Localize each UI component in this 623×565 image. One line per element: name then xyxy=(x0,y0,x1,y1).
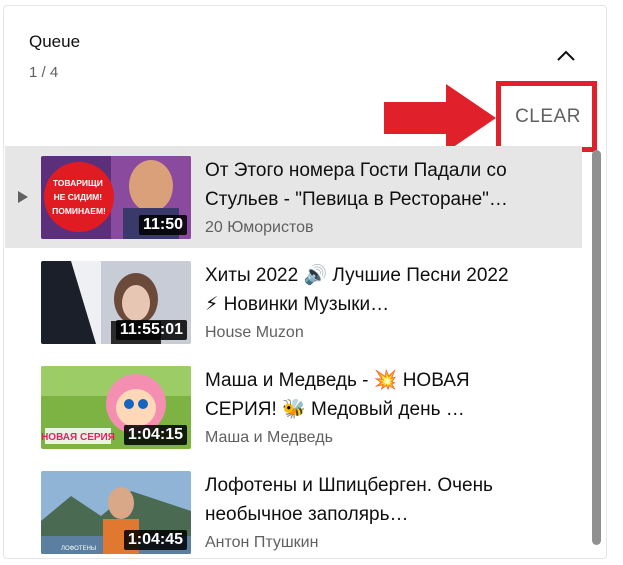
video-title[interactable]: Маша и Медведь - 💥 НОВАЯ СЕРИЯ! 🐝 Медовы… xyxy=(205,366,525,424)
channel-name: House Muzon xyxy=(205,324,304,341)
video-thumbnail[interactable]: НОВАЯ СЕРИЯ 1:04:15 xyxy=(41,366,191,449)
list-item[interactable]: 11:55:01 Хиты 2022 🔊 Лучшие Песни 2022 ⚡… xyxy=(5,251,582,353)
play-triangle-icon xyxy=(18,191,28,203)
video-title[interactable]: От Этого номера Гости Падали со Стульев … xyxy=(205,156,525,214)
video-title[interactable]: Лофотены и Шпицберген. Очень необычное з… xyxy=(205,471,525,529)
duration-badge: 1:04:15 xyxy=(123,425,187,445)
annotation-arrow xyxy=(384,84,496,152)
clear-button[interactable]: CLEAR xyxy=(506,98,590,136)
duration-badge: 11:55:01 xyxy=(115,320,187,340)
video-title[interactable]: Хиты 2022 🔊 Лучшие Песни 2022 ⚡ Новинки … xyxy=(205,261,525,319)
scrollbar[interactable] xyxy=(592,150,601,545)
video-thumbnail[interactable]: ЛОФОТЕНЫ 1:04:45 xyxy=(41,471,191,554)
duration-badge: 1:04:45 xyxy=(123,530,187,550)
svg-text:НОВАЯ СЕРИЯ: НОВАЯ СЕРИЯ xyxy=(41,432,115,443)
queue-title: Queue xyxy=(29,32,81,51)
list-item[interactable]: ТОВАРИЩИ НЕ СИДИМ! ПОМИНАЕМ! 11:50 От Эт… xyxy=(5,146,582,248)
video-thumbnail[interactable]: ТОВАРИЩИ НЕ СИДИМ! ПОМИНАЕМ! 11:50 xyxy=(41,156,191,239)
video-thumbnail[interactable]: 11:55:01 xyxy=(41,261,191,344)
list-item[interactable]: НОВАЯ СЕРИЯ 1:04:15 Маша и Медведь - 💥 Н… xyxy=(5,356,582,458)
channel-name: 20 Юмористов xyxy=(205,219,314,236)
svg-text:ЛОФОТЕНЫ: ЛОФОТЕНЫ xyxy=(61,546,96,552)
duration-badge: 11:50 xyxy=(138,215,187,235)
channel-name: Маша и Медведь xyxy=(205,429,333,446)
chevron-up-icon[interactable] xyxy=(552,42,580,70)
thumb-text: ТОВАРИЩИ xyxy=(53,178,103,188)
queue-counter: 1 / 4 xyxy=(29,64,59,81)
queue-panel: Queue 1 / 4 CLEAR ТОВАРИЩИ НЕ СИДИМ! ПОМ… xyxy=(3,5,607,559)
channel-name: Антон Птушкин xyxy=(205,534,319,551)
list-item[interactable]: ЛОФОТЕНЫ 1:04:45 Лофотены и Шпицберген. … xyxy=(5,461,582,558)
svg-text:ТОВАРИЩИ НЕ СИДИМ!: ТОВАРИЩИ НЕ СИДИМ! ПОМИНАЕМ! xyxy=(52,178,106,216)
